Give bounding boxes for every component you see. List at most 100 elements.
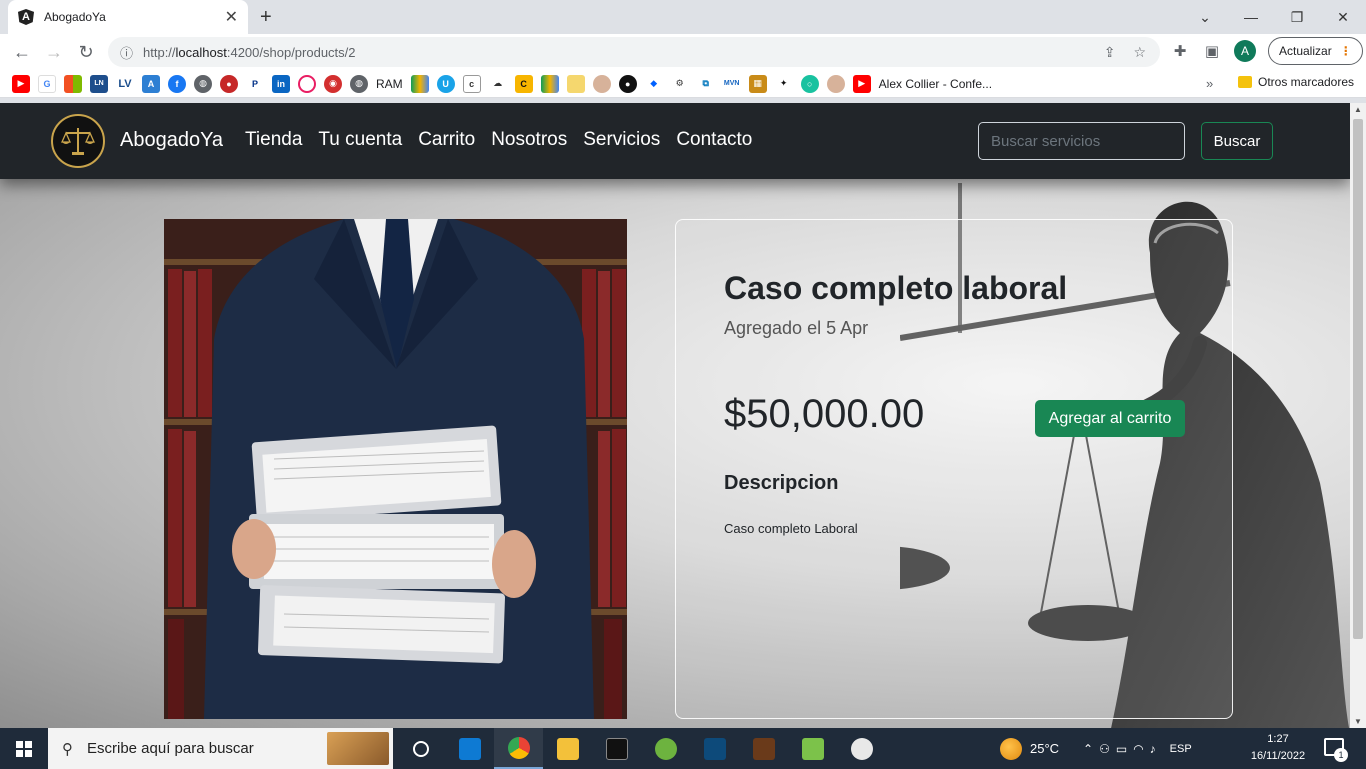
file-explorer-icon[interactable] <box>543 728 592 769</box>
spring-icon[interactable] <box>641 728 690 769</box>
window-controls: ⌄ — ❐ ✕ <box>1182 0 1366 34</box>
browser-tab[interactable]: A AbogadoYa ✕ <box>8 0 248 34</box>
bookmark-star-icon[interactable]: ☆ <box>1133 44 1146 61</box>
cloud-icon[interactable]: ☁ <box>488 74 507 93</box>
window-close-icon[interactable]: ✕ <box>1320 0 1366 34</box>
network-icon[interactable]: ⧉ <box>696 74 715 93</box>
update-label: Actualizar <box>1279 44 1332 58</box>
start-button[interactable] <box>0 728 48 769</box>
nav-link-servicios[interactable]: Servicios <box>583 129 660 151</box>
other-bookmarks-label: Otros marcadores <box>1258 75 1355 89</box>
nav-link-carrito[interactable]: Carrito <box>418 129 475 151</box>
box-icon[interactable]: ▦ <box>748 74 767 93</box>
sparkle-icon[interactable]: ✦ <box>774 74 793 93</box>
url-path: :4200/shop/products/2 <box>226 44 356 60</box>
update-button[interactable]: Actualizar ⋮ <box>1268 37 1363 65</box>
share-icon[interactable]: ⇪ <box>1104 44 1116 61</box>
minimize-icon[interactable]: — <box>1228 0 1274 34</box>
person-icon[interactable] <box>592 74 611 93</box>
c-icon[interactable]: C <box>514 74 533 93</box>
temperature[interactable]: 25°C <box>1030 741 1059 756</box>
bookmark-ram[interactable]: RAM <box>376 77 403 91</box>
more-bookmarks-icon[interactable]: » <box>1206 76 1213 91</box>
lv-icon[interactable]: LV <box>116 74 134 93</box>
youtube-icon[interactable]: ▶ <box>852 74 871 93</box>
scales-logo-icon[interactable] <box>51 114 105 168</box>
taskbar-search[interactable]: ⚲ Escribe aquí para buscar <box>48 728 393 769</box>
url-prefix: http:// <box>143 44 176 60</box>
search-icon: ⚲ <box>62 740 73 758</box>
paypal-icon[interactable]: P <box>246 74 264 93</box>
youtube-icon[interactable]: ▶ <box>12 74 30 93</box>
search-button[interactable]: Buscar <box>1201 122 1273 160</box>
search-input[interactable] <box>978 122 1185 160</box>
google-icon[interactable]: G <box>38 74 56 93</box>
drive-icon[interactable] <box>540 74 559 93</box>
u-icon[interactable]: U <box>436 74 455 93</box>
mvn-icon[interactable]: MVN <box>722 74 741 93</box>
game-icon[interactable] <box>739 728 788 769</box>
new-tab-icon[interactable]: + <box>260 6 272 29</box>
close-icon[interactable]: ✕ <box>225 7 238 27</box>
nav-link-nosotros[interactable]: Nosotros <box>491 129 567 151</box>
tray-icons[interactable]: ⌃⚇▭◠♪ <box>1083 742 1162 756</box>
dropbox-icon[interactable]: ◆ <box>644 74 663 93</box>
forward-icon[interactable]: → <box>38 36 70 68</box>
note-icon[interactable] <box>566 74 585 93</box>
drive-icon[interactable] <box>410 74 429 93</box>
brand-name[interactable]: AbogadoYa <box>120 129 223 152</box>
nav-link-tu-cuenta[interactable]: Tu cuenta <box>318 129 402 151</box>
chrome-icon[interactable] <box>494 728 543 769</box>
scroll-down-icon[interactable]: ▼ <box>1354 717 1362 726</box>
profile-avatar[interactable]: A <box>1234 40 1256 62</box>
page-scrollbar[interactable]: ▲ ▼ <box>1350 103 1366 728</box>
ln-icon[interactable]: LN <box>90 74 108 93</box>
bookmarks-bar: ▶ G LN LV A f ◍ ● P in ◉ ◍ RAM U c ☁ C ●… <box>0 70 1366 98</box>
reload-icon[interactable]: ↻ <box>70 36 102 68</box>
search-highlight-image <box>327 732 389 765</box>
green-circle-icon[interactable]: ○ <box>800 74 819 93</box>
address-bar[interactable]: ⓘ http://localhost:4200/shop/products/2 … <box>108 37 1160 67</box>
globe-icon[interactable]: ◍ <box>194 74 212 93</box>
bookmark-a-icon[interactable]: A <box>142 74 160 93</box>
windows-taskbar: ⚲ Escribe aquí para buscar 25°C ⌃⚇▭◠♪ ES… <box>0 728 1366 769</box>
other-bookmarks-folder[interactable]: Otros marcadores <box>1238 75 1354 89</box>
taskbar-apps <box>396 728 886 769</box>
chevron-down-icon[interactable]: ⌄ <box>1182 0 1228 34</box>
windows-icon <box>16 740 32 757</box>
target-icon[interactable]: ◉ <box>324 74 342 93</box>
github-icon[interactable]: ● <box>618 74 637 93</box>
microsoft-icon[interactable] <box>64 74 82 93</box>
browser-tabstrip: A AbogadoYa ✕ + ⌄ — ❐ ✕ <box>0 0 1366 34</box>
back-icon[interactable]: ← <box>6 36 38 68</box>
url-host: localhost <box>175 44 227 60</box>
scroll-up-icon[interactable]: ▲ <box>1354 105 1362 114</box>
nav-link-contacto[interactable]: Contacto <box>676 129 752 151</box>
add-to-cart-button[interactable]: Agregar al carrito <box>1035 400 1185 437</box>
nav-link-tienda[interactable]: Tienda <box>245 129 302 151</box>
taskbar-clock[interactable]: 1:27 16/11/2022 <box>1240 731 1316 765</box>
person-icon[interactable] <box>826 74 845 93</box>
site-info-icon[interactable]: ⓘ <box>120 43 133 62</box>
globe-icon[interactable]: ◍ <box>350 74 368 93</box>
scroll-thumb[interactable] <box>1353 119 1363 639</box>
extensions-icon[interactable]: ✚ <box>1170 42 1190 60</box>
settings-gear-icon[interactable]: ⚙ <box>670 74 689 93</box>
bookmark-video[interactable]: Alex Collier - Confe... <box>879 77 992 91</box>
code-icon[interactable]: c <box>462 74 481 93</box>
vscode-icon[interactable] <box>445 728 494 769</box>
ring-icon[interactable] <box>298 74 316 93</box>
language-indicator[interactable]: ESP <box>1170 743 1192 755</box>
terminal-icon[interactable] <box>592 728 641 769</box>
notepad-icon[interactable] <box>788 728 837 769</box>
side-panel-icon[interactable]: ▣ <box>1202 42 1222 60</box>
task-view-icon[interactable] <box>396 728 445 769</box>
bookmark-red-icon[interactable]: ● <box>220 74 238 93</box>
restore-icon[interactable]: ❐ <box>1274 0 1320 34</box>
paint-icon[interactable] <box>837 728 886 769</box>
facebook-icon[interactable]: f <box>168 74 186 93</box>
system-tray: 25°C ⌃⚇▭◠♪ ESP <box>1000 728 1192 769</box>
mysql-icon[interactable] <box>690 728 739 769</box>
linkedin-icon[interactable]: in <box>272 74 290 93</box>
weather-icon[interactable] <box>1000 737 1022 760</box>
